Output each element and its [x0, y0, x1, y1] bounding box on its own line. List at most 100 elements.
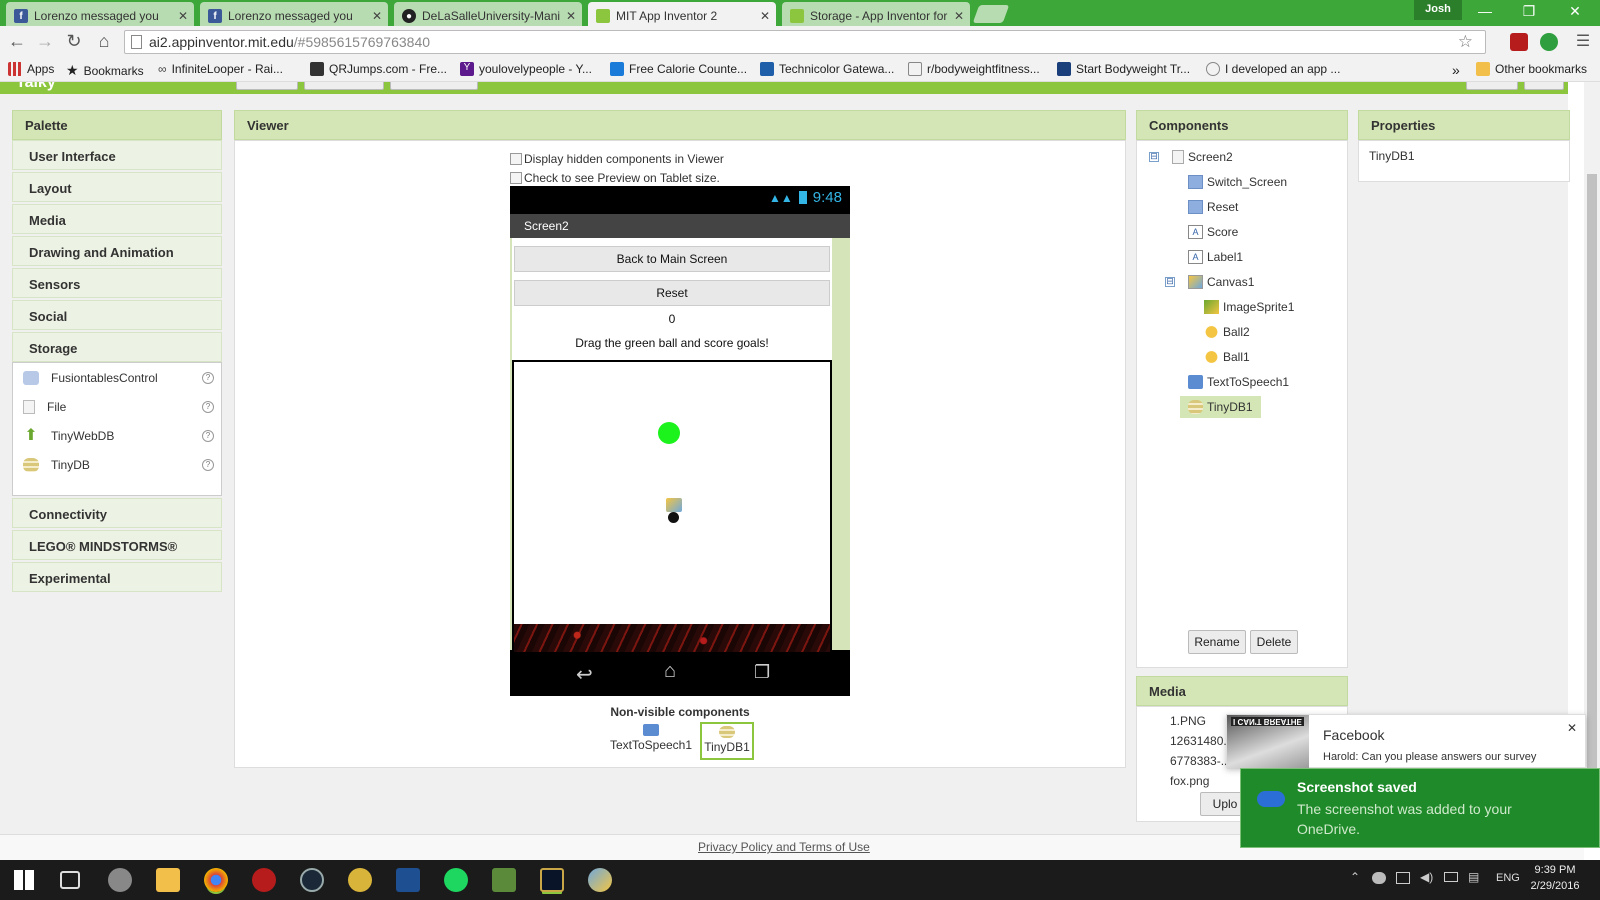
paint-icon[interactable]: [588, 868, 612, 892]
tree-item[interactable]: A Label1: [1188, 250, 1243, 264]
bookmark-star-icon[interactable]: ☆: [1458, 32, 1473, 52]
palette-item-fusiontables[interactable]: FusiontablesControl ?: [20, 364, 220, 392]
task-view-icon[interactable]: [60, 871, 80, 889]
collapse-icon[interactable]: ⊟: [1165, 277, 1175, 287]
tree-item[interactable]: TextToSpeech1: [1188, 375, 1289, 389]
network-icon[interactable]: [1396, 872, 1410, 884]
app-icon[interactable]: [348, 868, 372, 892]
tree-item[interactable]: Ball1: [1204, 350, 1250, 364]
media-file[interactable]: fox.png: [1170, 774, 1209, 788]
imagesprite-icon[interactable]: [666, 498, 682, 512]
onedrive-toast[interactable]: Screenshot saved The screenshot was adde…: [1240, 768, 1600, 848]
new-tab-button[interactable]: [972, 5, 1010, 23]
palette-category[interactable]: Sensors: [12, 268, 222, 298]
page-scrollbar[interactable]: [1584, 82, 1600, 840]
screen-select-button[interactable]: [236, 82, 298, 90]
remove-screen-button[interactable]: [390, 82, 478, 90]
browser-tab[interactable]: Storage - App Inventor for ✕: [782, 2, 970, 26]
tree-item[interactable]: Reset: [1188, 200, 1238, 214]
start-icon[interactable]: [14, 870, 34, 890]
bookmark-item[interactable]: ★ Bookmarks: [66, 62, 144, 79]
menu-icon[interactable]: ☰: [1572, 31, 1594, 51]
app-icon[interactable]: [108, 868, 132, 892]
profile-button[interactable]: Josh: [1414, 0, 1462, 20]
reload-icon[interactable]: ↻: [63, 31, 85, 52]
media-file[interactable]: 12631480...: [1170, 734, 1233, 748]
home-icon[interactable]: ⌂: [93, 31, 115, 52]
bookmark-item[interactable]: Yyoulovelypeople - Y...: [460, 62, 592, 76]
bookmark-item[interactable]: r/bodyweightfitness...: [908, 62, 1040, 76]
volume-icon[interactable]: ◀): [1420, 870, 1433, 884]
tree-item[interactable]: Canvas1: [1188, 275, 1254, 289]
onedrive-tray-icon[interactable]: [1372, 872, 1386, 884]
help-icon[interactable]: ?: [202, 459, 214, 471]
palette-item-tinydb[interactable]: TinyDB ?: [20, 451, 220, 479]
bookmark-item[interactable]: Start Bodyweight Tr...: [1057, 62, 1190, 76]
tree-item[interactable]: A Score: [1188, 225, 1238, 239]
collapse-icon[interactable]: ⊟: [1149, 152, 1159, 162]
palette-category[interactable]: Experimental: [12, 562, 222, 592]
bookmark-item[interactable]: QRJumps.com - Fre...: [310, 62, 447, 76]
close-icon[interactable]: ✕: [178, 9, 188, 23]
rename-button[interactable]: Rename: [1188, 630, 1246, 654]
delete-button[interactable]: Delete: [1250, 630, 1298, 654]
forward-icon[interactable]: →: [34, 31, 56, 52]
close-icon[interactable]: ✕: [566, 9, 576, 23]
palette-item-tinywebdb[interactable]: ⬆ TinyWebDB ?: [20, 422, 220, 450]
language-indicator[interactable]: ENG: [1496, 872, 1520, 884]
green-ball[interactable]: [658, 422, 680, 444]
tray-time[interactable]: 9:39 PM: [1526, 864, 1584, 876]
nonvisible-tinydb-selected[interactable]: TinyDB1: [700, 722, 754, 760]
ublock-icon[interactable]: [1510, 33, 1528, 51]
help-icon[interactable]: ?: [202, 430, 214, 442]
designer-button[interactable]: [1466, 82, 1518, 90]
more-bookmarks-button[interactable]: »: [1452, 62, 1460, 78]
steam-icon[interactable]: [300, 868, 324, 892]
action-center-icon[interactable]: ▤: [1468, 870, 1479, 884]
help-icon[interactable]: ?: [202, 401, 214, 413]
nonvisible-texttospeech[interactable]: TextToSpeech1: [606, 724, 696, 752]
media-file[interactable]: 6778383-...: [1170, 754, 1231, 768]
privacy-link[interactable]: Privacy Policy and Terms of Use: [698, 840, 870, 854]
tree-item[interactable]: Ball2: [1204, 325, 1250, 339]
bookmark-item[interactable]: I developed an app ...: [1206, 62, 1340, 76]
close-window-icon[interactable]: ✕: [1560, 3, 1590, 20]
bookmark-item[interactable]: Technicolor Gatewa...: [760, 62, 894, 76]
close-icon[interactable]: ✕: [760, 9, 770, 23]
battery-tray-icon[interactable]: [1444, 872, 1458, 882]
reset-button[interactable]: Reset: [514, 280, 830, 306]
hidden-components-checkbox[interactable]: [510, 153, 522, 165]
blocks-button[interactable]: [1524, 82, 1564, 90]
minimize-icon[interactable]: —: [1470, 3, 1500, 19]
palette-category[interactable]: Social: [12, 300, 222, 330]
bookmark-apps[interactable]: Apps: [8, 62, 54, 76]
close-icon[interactable]: ✕: [954, 9, 964, 23]
canvas[interactable]: [512, 360, 832, 652]
bookmark-item[interactable]: ∞ InfiniteLooper - Rai...: [158, 62, 283, 76]
palette-category[interactable]: Media: [12, 204, 222, 234]
tablet-preview-checkbox[interactable]: [510, 172, 522, 184]
tree-item[interactable]: ImageSprite1: [1204, 300, 1294, 314]
tray-date[interactable]: 2/29/2016: [1526, 880, 1584, 892]
palette-item-file[interactable]: File ?: [20, 393, 220, 421]
tree-item-screen2[interactable]: Screen2: [1172, 150, 1233, 164]
browser-tab[interactable]: ● DeLaSalleUniversity-Manil ✕: [394, 2, 582, 26]
bookmark-item[interactable]: Free Calorie Counte...: [610, 62, 747, 76]
browser-tab-active[interactable]: MIT App Inventor 2 ✕: [588, 2, 776, 26]
back-to-main-button[interactable]: Back to Main Screen: [514, 246, 830, 272]
browser-tab[interactable]: f Lorenzo messaged you ✕: [6, 2, 194, 26]
spotify-icon[interactable]: [444, 868, 468, 892]
tree-item-selected[interactable]: TinyDB1: [1180, 396, 1261, 418]
browser-tab[interactable]: f Lorenzo messaged you ✕: [200, 2, 388, 26]
extension-icon[interactable]: [1540, 33, 1558, 51]
scrollbar-thumb[interactable]: [1587, 174, 1597, 834]
tray-chevron-icon[interactable]: ⌃: [1350, 870, 1360, 884]
palette-category[interactable]: Layout: [12, 172, 222, 202]
palette-category[interactable]: LEGO® MINDSTORMS®: [12, 530, 222, 560]
minecraft-icon[interactable]: [492, 868, 516, 892]
facebook-notification[interactable]: I CAN'T BREATHE Facebook Harold: Can you…: [1226, 714, 1586, 769]
tree-item[interactable]: Switch_Screen: [1188, 175, 1287, 189]
add-screen-button[interactable]: [304, 82, 384, 90]
palette-category-storage[interactable]: Storage: [12, 332, 222, 362]
file-explorer-icon[interactable]: [156, 868, 180, 892]
